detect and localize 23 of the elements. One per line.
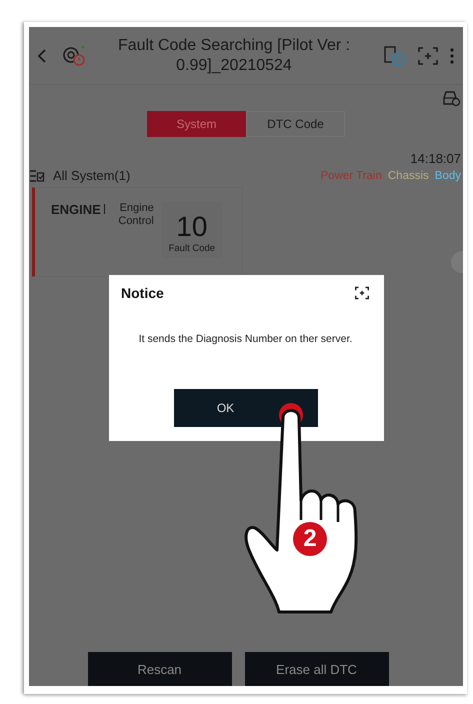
back-chevron-icon — [37, 48, 47, 62]
fault-count-label: Fault Code — [168, 243, 216, 254]
system-card[interactable]: ENGINE Engine Control 10 Fault Code — [32, 187, 243, 277]
action-button[interactable]: Erase all DTC — [244, 652, 388, 686]
capture-icon[interactable] — [354, 286, 370, 300]
category-label: Body — [434, 170, 461, 182]
category-label: Chassis — [388, 170, 429, 182]
category-label: Power Train — [320, 170, 382, 182]
ok-button[interactable]: OK — [174, 389, 318, 427]
system-list-title: All System(1) — [53, 168, 130, 183]
system-name: ENGINE — [51, 202, 101, 217]
tab[interactable]: DTC Code — [246, 111, 345, 137]
more-menu-icon[interactable] — [449, 46, 455, 66]
dialog-message: It sends the Diagnosis Number on ther server. — [138, 333, 354, 345]
screen-title: Fault Code Searching [Pilot Ver : 0.99]_20210524 — [116, 36, 352, 76]
fault-count: 10 — [176, 211, 208, 243]
car-icon[interactable] — [441, 89, 461, 107]
dialog-title: Notice — [121, 285, 164, 301]
time-label: 14:18:07 — [410, 151, 461, 166]
action-button[interactable]: Rescan — [88, 652, 232, 686]
checklist-icon[interactable] — [29, 168, 45, 182]
system-description: Engine Control — [117, 202, 154, 228]
gear-warning-icon[interactable] — [61, 44, 87, 68]
